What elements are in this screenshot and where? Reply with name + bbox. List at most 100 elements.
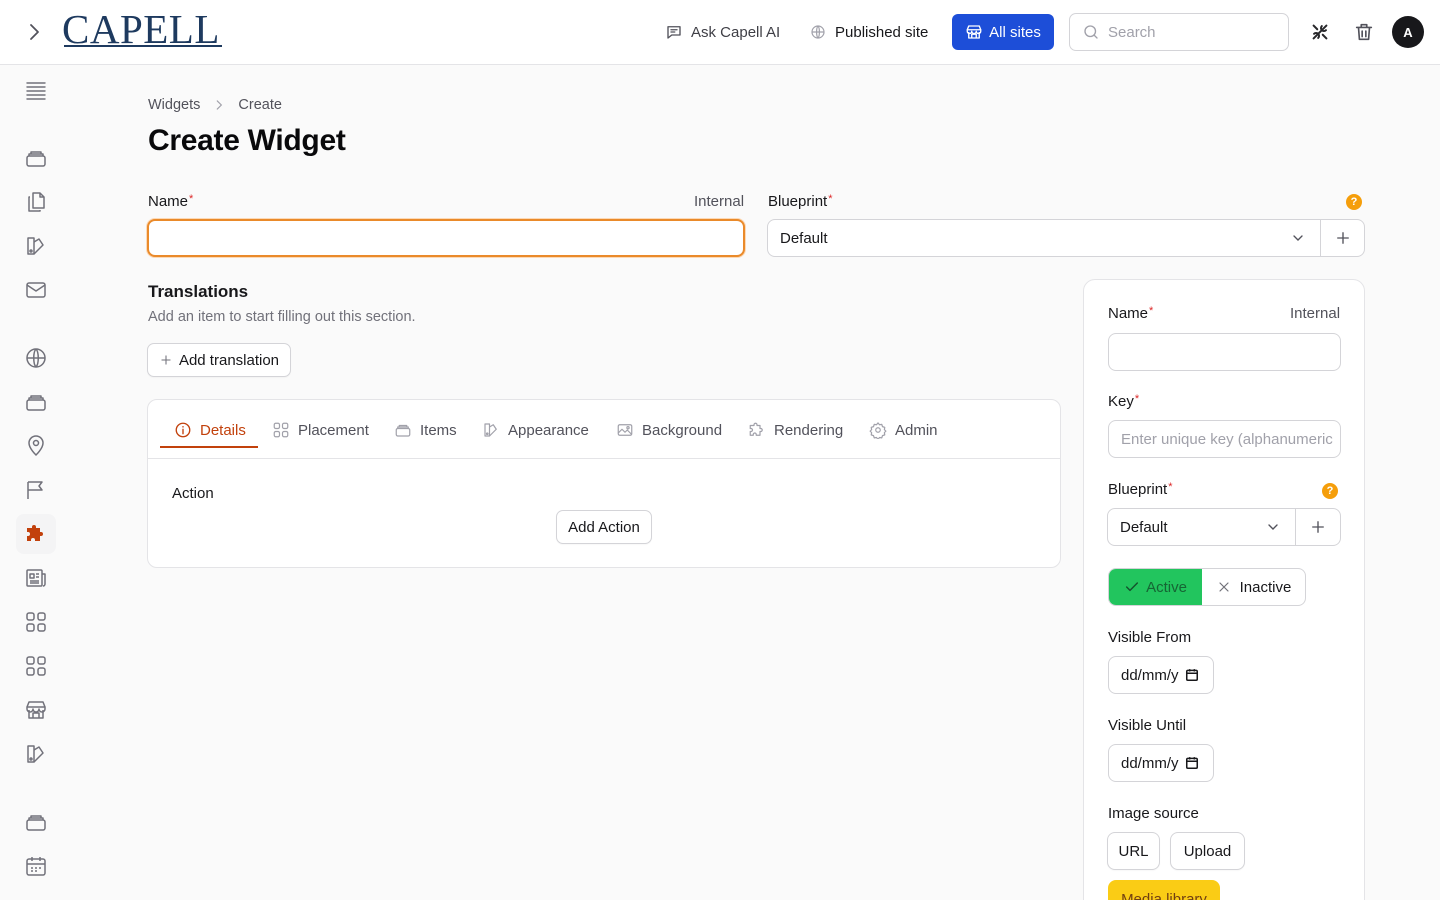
sidebar-item-locations[interactable] [24, 434, 48, 458]
chevron-down-icon [1265, 519, 1281, 535]
add-translation-button[interactable]: Add translation [147, 343, 291, 377]
visible-until-label: Visible Until [1108, 717, 1187, 734]
url-label: URL [1118, 842, 1149, 860]
required-mark: * [828, 193, 833, 205]
stack-icon [26, 151, 46, 167]
tab-rendering[interactable]: Rendering [748, 418, 843, 442]
sidebar-item-stores[interactable] [24, 698, 48, 722]
panel-blueprint-label: Blueprint* [1108, 481, 1172, 498]
tab-placement[interactable]: Placement [272, 418, 369, 442]
required-mark: * [189, 193, 194, 205]
sidebar-item-calendar[interactable] [24, 854, 48, 878]
tools-button[interactable] [1309, 21, 1331, 43]
add-translation-label: Add translation [178, 351, 280, 369]
sidebar-item-pages[interactable] [24, 190, 48, 214]
blueprint-help-icon[interactable]: ? [1346, 194, 1362, 210]
panel-name-field[interactable] [1108, 333, 1341, 371]
storefront-icon [965, 23, 983, 41]
calendar-icon[interactable] [1185, 668, 1199, 682]
sidebar-item-sites[interactable] [24, 346, 48, 370]
sidebar-item-collections[interactable] [24, 390, 48, 414]
stack-icon [26, 815, 46, 831]
sidebar-item-articles[interactable] [24, 566, 48, 590]
tab-appearance[interactable]: Appearance [482, 418, 589, 442]
sidebar-item-flags[interactable] [24, 478, 48, 502]
panel-name-input[interactable] [1109, 334, 1340, 370]
sidebar-menu-toggle[interactable] [24, 78, 48, 102]
puzzle-icon [748, 421, 766, 439]
image-source-label: Image source [1108, 805, 1199, 822]
panel-name-hint: Internal [1290, 305, 1341, 322]
sidebar-item-themes[interactable] [24, 234, 48, 258]
name-field[interactable] [147, 219, 745, 257]
tab-details[interactable]: Details [174, 418, 246, 442]
inactive-label: Inactive [1239, 578, 1292, 596]
active-option[interactable]: Active [1109, 569, 1202, 605]
blueprint-add-button[interactable] [1320, 220, 1364, 256]
stack-icon [394, 421, 412, 439]
user-avatar[interactable]: A [1392, 16, 1424, 48]
translations-description: Add an item to start filling out this se… [148, 309, 416, 325]
blueprint-label: Blueprint* [768, 193, 832, 210]
inactive-option[interactable]: Inactive [1202, 569, 1305, 605]
sidebar-item-widgets[interactable] [16, 514, 56, 554]
capell-logo[interactable]: CAPELL [62, 8, 220, 50]
key-label: Key* [1108, 393, 1139, 410]
calendar-icon[interactable] [1185, 756, 1199, 770]
visible-from-field[interactable]: dd/mm/y [1108, 656, 1214, 694]
blueprint-select[interactable]: Default [767, 219, 1365, 257]
published-site-link[interactable]: Published site [809, 21, 928, 43]
plus-icon [1336, 232, 1349, 244]
search-box[interactable] [1069, 13, 1289, 51]
expand-sidebar-button[interactable] [22, 20, 46, 44]
tab-placement-label: Placement [298, 421, 369, 439]
plus-icon [1312, 521, 1324, 533]
list-icon [26, 82, 46, 100]
required-mark: * [1168, 481, 1173, 493]
sidebar-item-mail[interactable] [24, 278, 48, 302]
active-label: Active [1146, 578, 1187, 596]
key-field[interactable] [1108, 420, 1341, 458]
grid-icon [26, 612, 46, 632]
flag-icon [27, 481, 43, 499]
search-icon [1082, 23, 1100, 41]
panel-blueprint-add-button[interactable] [1295, 509, 1340, 545]
delete-button[interactable] [1353, 21, 1375, 43]
puzzle-icon [27, 525, 43, 541]
tab-items[interactable]: Items [394, 418, 457, 442]
tab-background[interactable]: Background [616, 418, 722, 442]
x-icon [1216, 579, 1232, 595]
add-action-button[interactable]: Add Action [556, 510, 652, 544]
swatch-icon [27, 237, 44, 255]
upload-button[interactable]: Upload [1170, 832, 1245, 870]
image-icon [616, 421, 634, 439]
visible-from-value: dd/mm/y [1121, 666, 1179, 684]
wrench-screwdriver-icon [1312, 24, 1328, 40]
top-bar: CAPELL Ask Capell AI Published site All … [0, 0, 1440, 65]
visible-until-field[interactable]: dd/mm/y [1108, 744, 1214, 782]
sidebar-item-blocks[interactable] [24, 654, 48, 678]
required-mark: * [1134, 393, 1140, 405]
sidebar-item-archive[interactable] [24, 810, 48, 834]
panel-blueprint-help-icon[interactable]: ? [1322, 483, 1338, 499]
all-sites-button[interactable]: All sites [952, 14, 1054, 50]
swatch-icon [27, 745, 44, 763]
search-input[interactable] [1108, 23, 1268, 41]
breadcrumb-widgets-link[interactable]: Widgets [148, 97, 200, 113]
globe-icon [809, 23, 827, 41]
tabs-card: Details Placement Items Appearance Backg… [147, 399, 1061, 568]
key-input[interactable] [1109, 421, 1340, 457]
sidebar-item-stacks[interactable] [24, 146, 48, 170]
ask-ai-button[interactable]: Ask Capell AI [665, 21, 780, 43]
name-label: Name* [148, 193, 193, 210]
sidebar-item-layouts[interactable] [24, 610, 48, 634]
logo-underline [64, 45, 222, 47]
stack-icon [26, 395, 46, 411]
trash-icon [1355, 23, 1373, 41]
sidebar-item-design[interactable] [24, 742, 48, 766]
tab-admin[interactable]: Admin [869, 418, 938, 442]
url-button[interactable]: URL [1107, 832, 1160, 870]
media-library-button[interactable]: Media library [1108, 880, 1220, 900]
chat-bubble-icon [665, 23, 683, 41]
panel-blueprint-select[interactable]: Default [1107, 508, 1341, 546]
